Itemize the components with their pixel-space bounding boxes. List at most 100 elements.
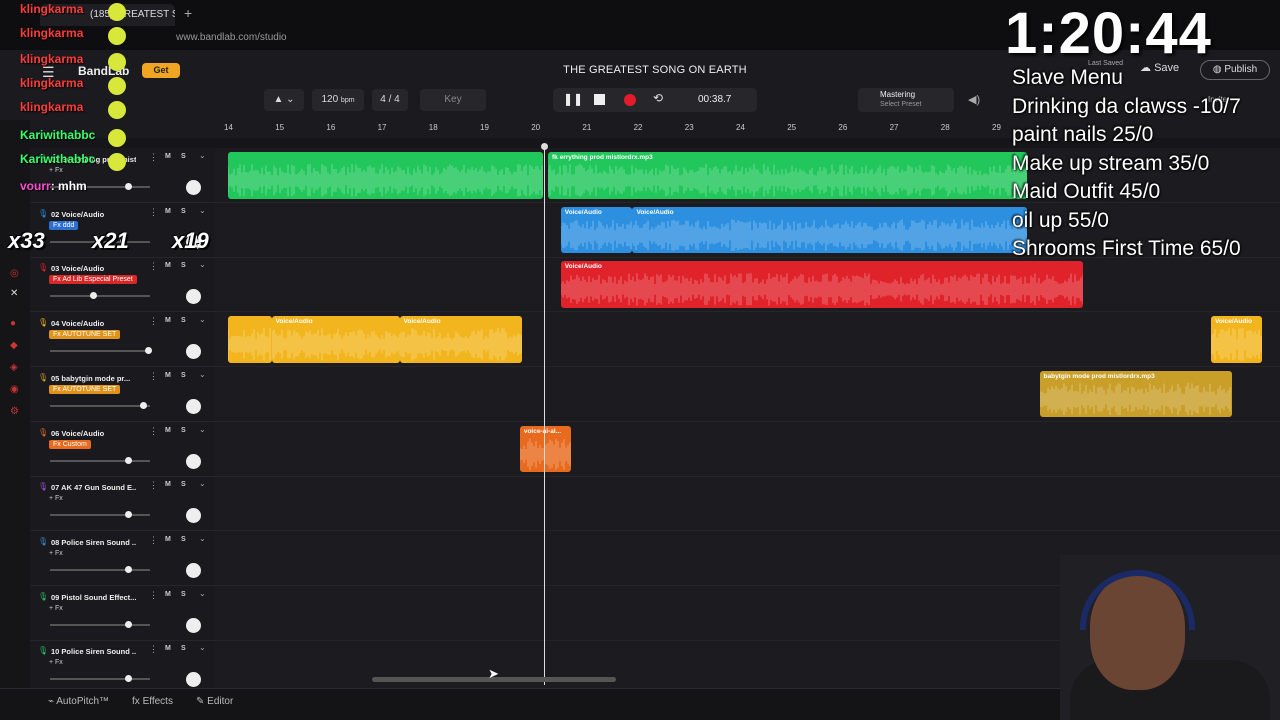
audio-clip[interactable]: Voice/Audio (271, 316, 400, 363)
volume-knob[interactable] (125, 565, 132, 573)
more-options-icon[interactable]: ⋮ (149, 644, 158, 655)
solo-button[interactable]: S (181, 481, 186, 488)
track-name[interactable]: 08 Police Siren Sound ... (51, 538, 136, 547)
more-options-icon[interactable]: ⋮ (149, 152, 158, 163)
url-text[interactable]: www.bandlab.com/studio (176, 32, 287, 43)
volume-slider[interactable] (50, 678, 150, 681)
volume-knob[interactable] (145, 347, 152, 355)
chevron-down-icon[interactable]: ⌄ (199, 534, 206, 543)
track-header[interactable]: 🎙 05 babytgin mode pr... ⋮ M S ⌄ Fx AUTOTUNE S… (30, 367, 215, 422)
volume-knob[interactable] (125, 456, 132, 464)
more-options-icon[interactable]: ⋮ (149, 261, 158, 272)
chevron-down-icon[interactable]: ⌄ (199, 589, 206, 598)
mute-button[interactable]: M (165, 262, 171, 269)
pan-knob[interactable] (186, 672, 201, 688)
volume-knob[interactable] (125, 511, 132, 519)
pan-knob[interactable] (186, 617, 201, 633)
track-name[interactable]: 04 Voice/Audio (51, 319, 136, 328)
track-fx-button[interactable]: + Fx (49, 605, 63, 612)
solo-button[interactable]: S (181, 208, 186, 215)
editor-button[interactable]: ✎ Editor (196, 696, 233, 707)
track-fx-button[interactable]: Fx Custom (49, 439, 91, 449)
track-fx-button[interactable]: + Fx (49, 167, 63, 174)
pan-knob[interactable] (186, 398, 201, 414)
chevron-down-icon[interactable]: ⌄ (199, 315, 206, 324)
x-icon[interactable]: ✕ (10, 288, 18, 299)
audio-clip[interactable]: babytgin mode prod mistlordrx.mp3 (1039, 370, 1232, 418)
mute-button[interactable]: M (165, 317, 171, 324)
track-name[interactable]: 03 Voice/Audio (51, 264, 136, 273)
track-name[interactable]: 06 Voice/Audio (51, 429, 136, 438)
get-membership-button[interactable]: Get (142, 63, 180, 78)
stop-icon[interactable] (594, 94, 605, 105)
social-icon-4[interactable]: ◉ (10, 384, 19, 395)
pan-knob[interactable] (186, 562, 201, 578)
pan-knob[interactable] (186, 180, 201, 195)
track-name[interactable]: 05 babytgin mode pr... (51, 374, 136, 383)
playhead[interactable] (544, 145, 545, 685)
metronome-button[interactable]: ▲ ⌄ (264, 89, 304, 111)
volume-knob[interactable] (125, 675, 132, 683)
more-options-icon[interactable]: ⋮ (149, 590, 158, 601)
audio-clip[interactable]: Voice/Audio (399, 316, 523, 363)
volume-slider[interactable] (50, 404, 150, 407)
mute-button[interactable]: M (165, 645, 171, 652)
volume-icon[interactable]: ◀) (968, 93, 980, 106)
audio-clip[interactable]: fk errything prod mistlordrx.mp3 (548, 152, 1027, 199)
track-lane[interactable] (215, 476, 1280, 532)
more-options-icon[interactable]: ⋮ (149, 426, 158, 437)
record-icon[interactable] (624, 94, 636, 106)
settings-icon[interactable]: ⚙ (10, 406, 19, 417)
volume-slider[interactable] (50, 350, 150, 353)
chevron-down-icon[interactable]: ⌄ (199, 425, 206, 434)
volume-knob[interactable] (140, 401, 147, 409)
mute-button[interactable]: M (165, 481, 171, 488)
audio-clip[interactable]: Voice/Audio (632, 206, 1027, 254)
track-header[interactable]: 🎙 09 Pistol Sound Effect... ⋮ M S ⌄ + Fx (30, 586, 215, 641)
pan-knob[interactable] (186, 344, 201, 360)
new-tab-button[interactable]: + (184, 5, 192, 21)
more-options-icon[interactable]: ⋮ (149, 480, 158, 491)
volume-knob[interactable] (90, 292, 97, 300)
mute-button[interactable]: M (165, 427, 171, 434)
key-button[interactable]: Key (420, 89, 486, 111)
audio-clip[interactable] (228, 152, 543, 199)
track-fx-button[interactable]: + Fx (49, 495, 63, 502)
track-fx-button[interactable]: + Fx (49, 550, 63, 557)
track-header[interactable]: 🎙 08 Police Siren Sound ... ⋮ M S ⌄ + Fx (30, 531, 215, 586)
solo-button[interactable]: S (181, 591, 186, 598)
volume-slider[interactable] (50, 459, 150, 462)
more-options-icon[interactable]: ⋮ (149, 535, 158, 546)
instagram-icon[interactable]: ◎ (10, 268, 19, 279)
solo-button[interactable]: S (181, 317, 186, 324)
volume-slider[interactable] (50, 568, 150, 571)
audio-clip[interactable]: Voice/Audio (1211, 316, 1263, 363)
more-options-icon[interactable]: ⋮ (149, 371, 158, 382)
solo-button[interactable]: S (181, 153, 186, 160)
solo-button[interactable]: S (181, 262, 186, 269)
audio-clip[interactable] (228, 316, 272, 363)
track-header[interactable]: 🎙 06 Voice/Audio ⋮ M S ⌄ Fx Custom (30, 422, 215, 477)
more-options-icon[interactable]: ⋮ (149, 316, 158, 327)
pan-knob[interactable] (186, 508, 201, 524)
mute-button[interactable]: M (165, 153, 171, 160)
chevron-down-icon[interactable]: ⌄ (199, 479, 206, 488)
track-name[interactable]: 10 Police Siren Sound ... (51, 647, 136, 656)
chevron-down-icon[interactable]: ⌄ (199, 370, 206, 379)
autopitch-button[interactable]: ⌁ AutoPitch™ (48, 696, 109, 707)
track-name[interactable]: 09 Pistol Sound Effect... (51, 593, 136, 602)
playhead-handle[interactable] (541, 143, 548, 150)
mute-button[interactable]: M (165, 591, 171, 598)
track-fx-button[interactable]: Fx Ad Lib Especial Preset (49, 275, 137, 285)
track-fx-button[interactable]: Fx AUTOTUNE SET (49, 330, 121, 340)
solo-button[interactable]: S (181, 372, 186, 379)
tempo-field[interactable]: 120 bpm (312, 89, 364, 111)
track-fx-button[interactable]: + Fx (49, 659, 63, 666)
time-signature-field[interactable]: 4 / 4 (372, 89, 408, 111)
more-options-icon[interactable]: ⋮ (149, 207, 158, 218)
mute-button[interactable]: M (165, 372, 171, 379)
chevron-down-icon[interactable]: ⌄ (199, 643, 206, 652)
pan-knob[interactable] (186, 289, 201, 305)
pan-knob[interactable] (186, 453, 201, 469)
track-lane[interactable] (215, 422, 1280, 477)
